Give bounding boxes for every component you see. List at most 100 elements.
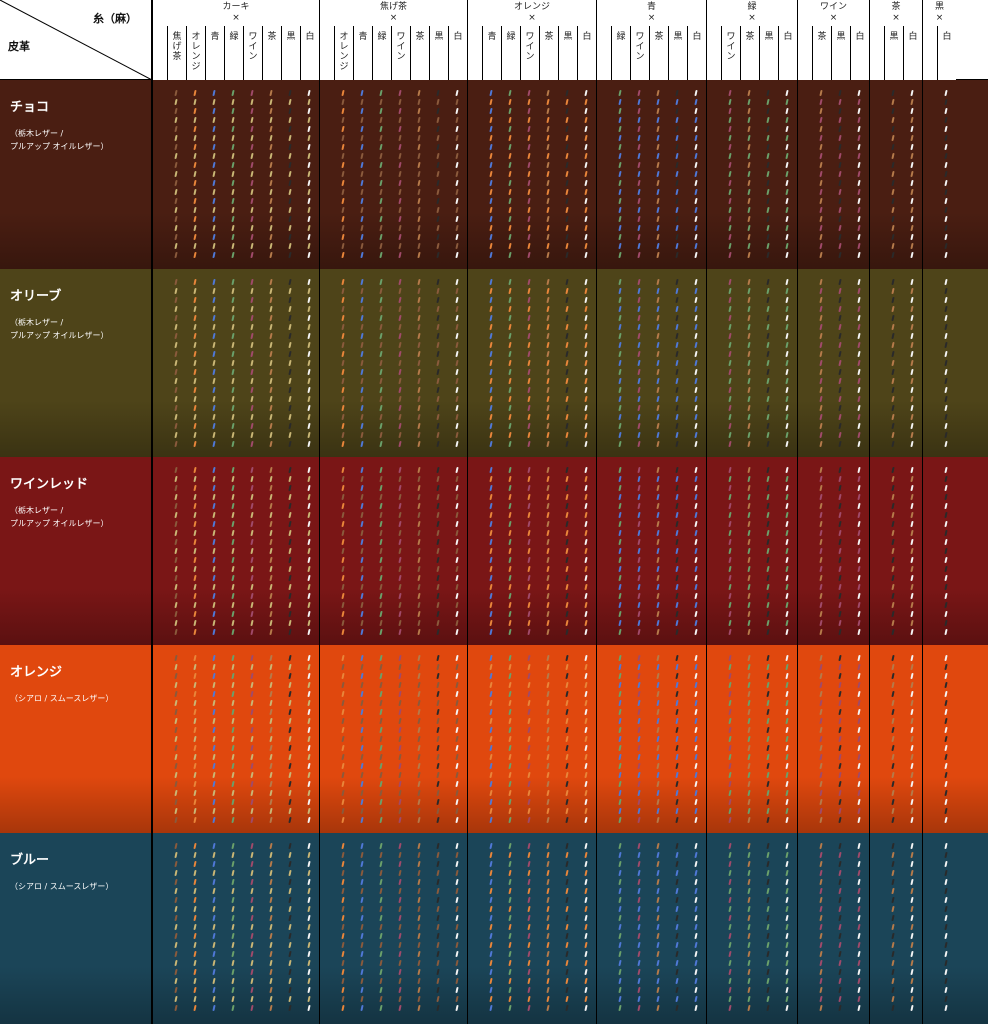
thread-group-header: ワイン × xyxy=(797,0,869,26)
thread-group-cell xyxy=(922,645,956,833)
leather-row-label: オリーブ （栃木レザー / プルアップ オイルレザー） xyxy=(0,269,152,457)
thread-column-header: 白 xyxy=(448,26,467,80)
thread-column-header: 白 xyxy=(778,26,797,80)
thread-group-title: 緑 xyxy=(747,2,757,12)
column-header-spacer xyxy=(319,26,334,80)
thread-column-header: 緑 xyxy=(611,26,630,80)
thread-group-cell xyxy=(869,457,922,645)
thread-group-title: 青 xyxy=(646,2,656,12)
thread-group-cell xyxy=(922,833,956,1024)
thread-group-cell xyxy=(869,269,922,457)
thread-group-cell xyxy=(596,833,706,1024)
thread-column-header: 茶 xyxy=(740,26,759,80)
thread-group-title: 焦げ茶 xyxy=(379,2,407,12)
thread-group-cell xyxy=(596,269,706,457)
leather-subtitle: （栃木レザー / プルアップ オイルレザー） xyxy=(10,506,109,528)
leather-subtitle: （シアロ / スムースレザー） xyxy=(10,882,114,891)
thread-group-cell xyxy=(596,645,706,833)
thread-group-title: 茶 xyxy=(891,2,901,12)
thread-column-header: オレンジ xyxy=(334,26,353,80)
thread-column-header: 黒 xyxy=(884,26,903,80)
thread-column-header: 青 xyxy=(205,26,224,80)
thread-column-header: ワイン xyxy=(520,26,539,80)
column-header-spacer xyxy=(797,26,812,80)
thread-group-title: オレンジ xyxy=(513,2,550,12)
thread-group-header: 焦げ茶 × xyxy=(319,0,467,26)
thread-axis-label: 糸（麻） xyxy=(93,12,137,25)
thread-column-header: ワイン xyxy=(630,26,649,80)
leather-row: オレンジ （シアロ / スムースレザー） xyxy=(0,645,988,833)
thread-column-header: 白 xyxy=(903,26,922,80)
thread-group-cell xyxy=(869,645,922,833)
thread-column-header: 白 xyxy=(300,26,319,80)
thread-column-header: 茶 xyxy=(649,26,668,80)
thread-group-cell xyxy=(596,80,706,269)
thread-group-cell xyxy=(467,269,596,457)
leather-name: ワインレッド xyxy=(10,477,89,492)
thread-group-title: 黒 xyxy=(934,2,944,12)
thread-group-cell xyxy=(706,645,797,833)
thread-group-header: 青 × xyxy=(596,0,706,26)
column-header-spacer xyxy=(467,26,482,80)
thread-group-cell xyxy=(706,833,797,1024)
thread-group-cross: × xyxy=(748,13,756,23)
thread-column-header: 白 xyxy=(577,26,596,80)
thread-group-header: 茶 × xyxy=(869,0,922,26)
leather-row: ワインレッド （栃木レザー / プルアップ オイルレザー） xyxy=(0,457,988,645)
thread-group-header: オレンジ × xyxy=(467,0,596,26)
thread-column-header: 黒 xyxy=(558,26,577,80)
leather-name: オレンジ xyxy=(10,665,63,680)
thread-group-cell xyxy=(922,80,956,269)
thread-group-cross: × xyxy=(389,13,398,23)
column-header-spacer xyxy=(869,26,884,80)
thread-leather-color-chart: 糸（麻） 皮革 カーキ × 焦げ茶オレンジ青緑ワイン茶黒白焦げ茶 × オレンジ青緑ワイン… xyxy=(0,0,988,1024)
thread-column-header: 焦げ茶 xyxy=(167,26,186,80)
leather-row-label: ワインレッド （栃木レザー / プルアップ オイルレザー） xyxy=(0,457,152,645)
thread-group-cross: × xyxy=(892,13,900,23)
leather-axis-label: 皮革 xyxy=(8,40,30,53)
thread-group-cell xyxy=(467,833,596,1024)
thread-column-header: 茶 xyxy=(262,26,281,80)
thread-column-header: 緑 xyxy=(224,26,243,80)
leather-name: ブルー xyxy=(10,853,50,868)
leather-name: オリーブ xyxy=(10,289,62,304)
thread-group-cell xyxy=(467,457,596,645)
thread-column-header: 黒 xyxy=(281,26,300,80)
thread-group-cell xyxy=(869,80,922,269)
thread-column-header: 茶 xyxy=(812,26,831,80)
column-header-spacer xyxy=(596,26,611,80)
leather-row-label: オレンジ （シアロ / スムースレザー） xyxy=(0,645,152,833)
thread-group-cell xyxy=(706,80,797,269)
thread-group-header: 緑 × xyxy=(706,0,797,26)
thread-column-header: 緑 xyxy=(501,26,520,80)
column-header-spacer xyxy=(706,26,721,80)
leather-name: チョコ xyxy=(10,100,50,115)
thread-group-title: カーキ xyxy=(222,2,250,12)
thread-column-header: 白 xyxy=(937,26,956,80)
thread-group-cell xyxy=(596,457,706,645)
column-header-spacer xyxy=(152,26,167,80)
thread-group-cell xyxy=(869,833,922,1024)
leather-row-label: チョコ （栃木レザー / プルアップ オイルレザー） xyxy=(0,80,152,269)
leather-row: オリーブ （栃木レザー / プルアップ オイルレザー） xyxy=(0,269,988,457)
thread-group-cell xyxy=(706,457,797,645)
thread-group-header: カーキ × xyxy=(152,0,319,26)
thread-column-header: ワイン xyxy=(721,26,740,80)
thread-column-header: オレンジ xyxy=(186,26,205,80)
thread-column-header: 黒 xyxy=(831,26,850,80)
thread-group-title: ワイン xyxy=(819,2,847,12)
leather-subtitle: （栃木レザー / プルアップ オイルレザー） xyxy=(10,318,109,340)
thread-column-header: 茶 xyxy=(410,26,429,80)
leather-row-label: ブルー （シアロ / スムースレザー） xyxy=(0,833,152,1024)
thread-column-header: ワイン xyxy=(391,26,410,80)
thread-group-header: 黒 × xyxy=(922,0,956,26)
thread-group-cell xyxy=(922,457,956,645)
thread-group-cell xyxy=(706,269,797,457)
thread-group-cross: × xyxy=(647,13,656,23)
thread-group-cross: × xyxy=(528,13,536,23)
thread-column-header: 緑 xyxy=(372,26,391,80)
thread-group-cross: × xyxy=(829,13,838,23)
thread-column-header: 白 xyxy=(687,26,706,80)
thread-group-cell xyxy=(922,269,956,457)
thread-column-header: ワイン xyxy=(243,26,262,80)
